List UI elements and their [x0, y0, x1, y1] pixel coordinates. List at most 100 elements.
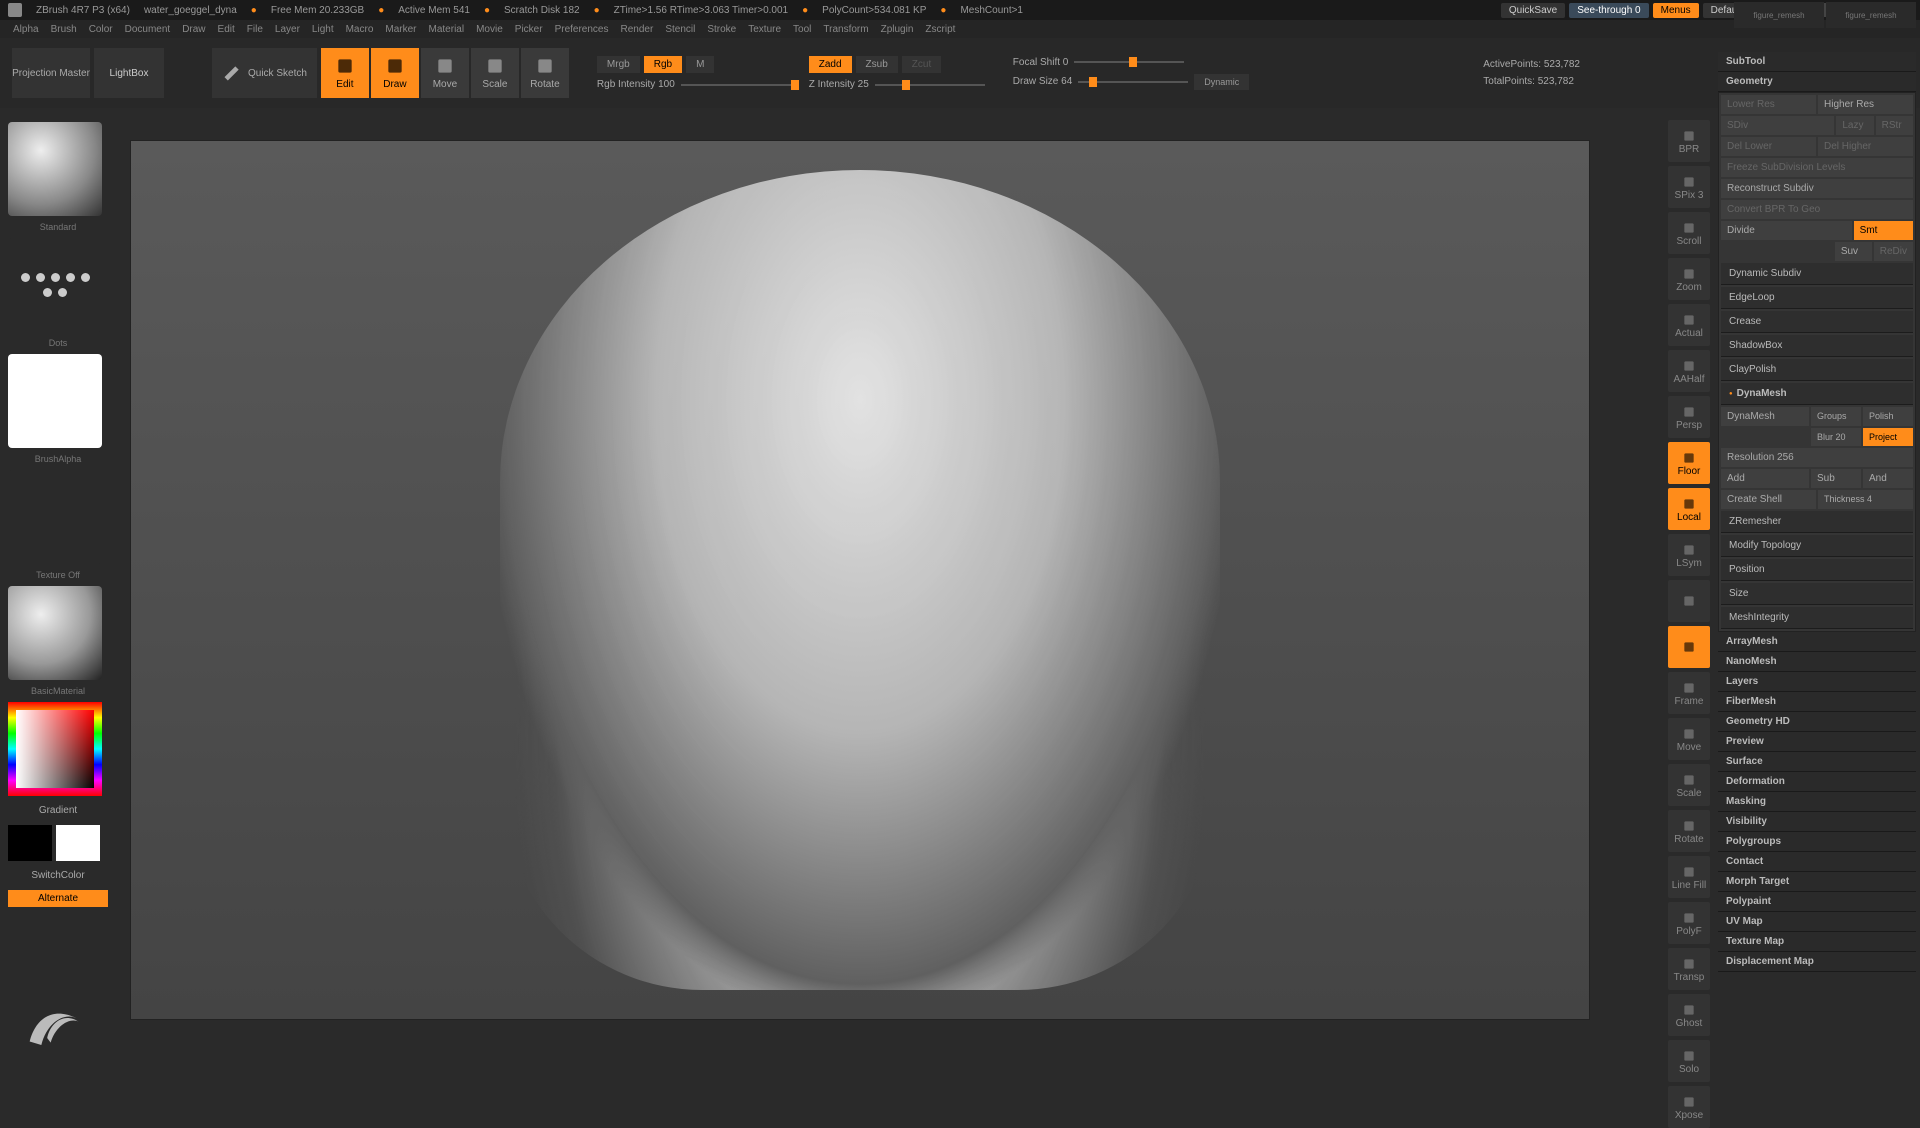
- layers-header[interactable]: Layers: [1718, 672, 1916, 692]
- crease-accordion[interactable]: Crease: [1721, 311, 1913, 333]
- menu-light[interactable]: Light: [307, 24, 339, 35]
- thickness-slider[interactable]: Thickness 4: [1818, 490, 1913, 509]
- polygroups-header[interactable]: Polygroups: [1718, 832, 1916, 852]
- menu-tool[interactable]: Tool: [788, 24, 816, 35]
- draw-size-slider[interactable]: Draw Size 64: [1013, 76, 1072, 87]
- menu-picker[interactable]: Picker: [510, 24, 548, 35]
- menu-macro[interactable]: Macro: [341, 24, 379, 35]
- menu-stroke[interactable]: Stroke: [702, 24, 741, 35]
- smt-toggle[interactable]: Smt: [1854, 221, 1913, 240]
- viewport-button[interactable]: [1668, 580, 1710, 622]
- zcut-button[interactable]: Zcut: [902, 56, 941, 73]
- ghost-button[interactable]: Ghost: [1668, 994, 1710, 1036]
- blur-slider[interactable]: Blur 20: [1811, 428, 1861, 446]
- alpha-thumbnail[interactable]: [8, 354, 102, 448]
- suv-toggle[interactable]: Suv: [1835, 242, 1872, 261]
- rgb-button[interactable]: Rgb: [644, 56, 682, 73]
- lightbox-button[interactable]: LightBox: [94, 48, 164, 98]
- subtool-header[interactable]: SubTool: [1718, 52, 1916, 72]
- menu-preferences[interactable]: Preferences: [550, 24, 614, 35]
- size-accordion[interactable]: Size: [1721, 583, 1913, 605]
- resolution-slider[interactable]: Resolution 256: [1721, 448, 1913, 467]
- texture-thumbnail[interactable]: [8, 470, 102, 564]
- scale-mode-button[interactable]: Scale: [471, 48, 519, 98]
- menu-texture[interactable]: Texture: [743, 24, 786, 35]
- menu-render[interactable]: Render: [616, 24, 659, 35]
- main-color-swatch[interactable]: [8, 825, 52, 861]
- polypaint-header[interactable]: Polypaint: [1718, 892, 1916, 912]
- modify-topology-accordion[interactable]: Modify Topology: [1721, 535, 1913, 557]
- rotate-mode-button[interactable]: Rotate: [521, 48, 569, 98]
- zremesher-accordion[interactable]: ZRemesher: [1721, 511, 1913, 533]
- bpr-button[interactable]: BPR: [1668, 120, 1710, 162]
- sub-button[interactable]: Sub: [1811, 469, 1861, 488]
- switch-color-button[interactable]: SwitchColor: [8, 867, 108, 884]
- persp-button[interactable]: Persp: [1668, 396, 1710, 438]
- menu-marker[interactable]: Marker: [380, 24, 421, 35]
- menu-zscript[interactable]: Zscript: [920, 24, 960, 35]
- brush-thumbnail[interactable]: [8, 122, 102, 216]
- color-picker[interactable]: [8, 702, 102, 796]
- menu-stencil[interactable]: Stencil: [660, 24, 700, 35]
- zsub-button[interactable]: Zsub: [856, 56, 898, 73]
- add-button[interactable]: Add: [1721, 469, 1809, 488]
- rediv-button[interactable]: ReDiv: [1874, 242, 1913, 261]
- fibermesh-header[interactable]: FiberMesh: [1718, 692, 1916, 712]
- rstr-toggle[interactable]: RStr: [1876, 116, 1913, 135]
- secondary-color-swatch[interactable]: [56, 825, 100, 861]
- mrgb-button[interactable]: Mrgb: [597, 56, 640, 73]
- polyf-button[interactable]: PolyF: [1668, 902, 1710, 944]
- aahalf-button[interactable]: AAHalf: [1668, 350, 1710, 392]
- preview-header[interactable]: Preview: [1718, 732, 1916, 752]
- del-lower-button[interactable]: Del Lower: [1721, 137, 1816, 156]
- menu-edit[interactable]: Edit: [213, 24, 240, 35]
- floor-button[interactable]: Floor: [1668, 442, 1710, 484]
- menu-alpha[interactable]: Alpha: [8, 24, 44, 35]
- canvas-viewport[interactable]: [130, 140, 1590, 1020]
- arraymesh-header[interactable]: ArrayMesh: [1718, 632, 1916, 652]
- convert-bpr-button[interactable]: Convert BPR To Geo: [1721, 200, 1913, 219]
- nanomesh-header[interactable]: NanoMesh: [1718, 652, 1916, 672]
- masking-header[interactable]: Masking: [1718, 792, 1916, 812]
- contact-header[interactable]: Contact: [1718, 852, 1916, 872]
- sdiv-slider[interactable]: SDiv: [1721, 116, 1834, 135]
- menu-file[interactable]: File: [242, 24, 268, 35]
- gradient-toggle[interactable]: Gradient: [8, 802, 108, 819]
- z-intensity-slider[interactable]: Z Intensity 25: [809, 79, 869, 90]
- claypolish-accordion[interactable]: ClayPolish: [1721, 359, 1913, 381]
- lsym-button[interactable]: LSym: [1668, 534, 1710, 576]
- menu-movie[interactable]: Movie: [471, 24, 508, 35]
- and-button[interactable]: And: [1863, 469, 1913, 488]
- material-thumbnail[interactable]: [8, 586, 102, 680]
- seethrough-slider[interactable]: See-through 0: [1569, 3, 1648, 18]
- viewport-button[interactable]: [1668, 626, 1710, 668]
- frame-button[interactable]: Frame: [1668, 672, 1710, 714]
- spix-3-button[interactable]: SPix 3: [1668, 166, 1710, 208]
- lazy-toggle[interactable]: Lazy: [1836, 116, 1873, 135]
- freeze-sdiv-button[interactable]: Freeze SubDivision Levels: [1721, 158, 1913, 177]
- tool-thumb[interactable]: figure_remesh: [1734, 2, 1824, 28]
- shadowbox-accordion[interactable]: ShadowBox: [1721, 335, 1913, 357]
- xpose-button[interactable]: Xpose: [1668, 1086, 1710, 1128]
- menu-material[interactable]: Material: [424, 24, 470, 35]
- menus-button[interactable]: Menus: [1653, 3, 1699, 18]
- zoom-button[interactable]: Zoom: [1668, 258, 1710, 300]
- lower-res-button[interactable]: Lower Res: [1721, 95, 1816, 114]
- stroke-thumbnail[interactable]: [8, 238, 102, 332]
- morph-target-header[interactable]: Morph Target: [1718, 872, 1916, 892]
- reconstruct-button[interactable]: Reconstruct Subdiv: [1721, 179, 1913, 198]
- uvmap-header[interactable]: UV Map: [1718, 912, 1916, 932]
- focal-shift-slider[interactable]: Focal Shift 0: [1013, 57, 1069, 68]
- draw-mode-button[interactable]: Draw: [371, 48, 419, 98]
- deformation-header[interactable]: Deformation: [1718, 772, 1916, 792]
- project-toggle[interactable]: Project: [1863, 428, 1913, 446]
- scale-button[interactable]: Scale: [1668, 764, 1710, 806]
- zadd-button[interactable]: Zadd: [809, 56, 852, 73]
- tool-thumb[interactable]: figure_remesh: [1826, 2, 1916, 28]
- m-button[interactable]: M: [686, 56, 714, 73]
- move-mode-button[interactable]: Move: [421, 48, 469, 98]
- create-shell-button[interactable]: Create Shell: [1721, 490, 1816, 509]
- del-higher-button[interactable]: Del Higher: [1818, 137, 1913, 156]
- menu-zplugin[interactable]: Zplugin: [876, 24, 919, 35]
- displacement-header[interactable]: Displacement Map: [1718, 952, 1916, 972]
